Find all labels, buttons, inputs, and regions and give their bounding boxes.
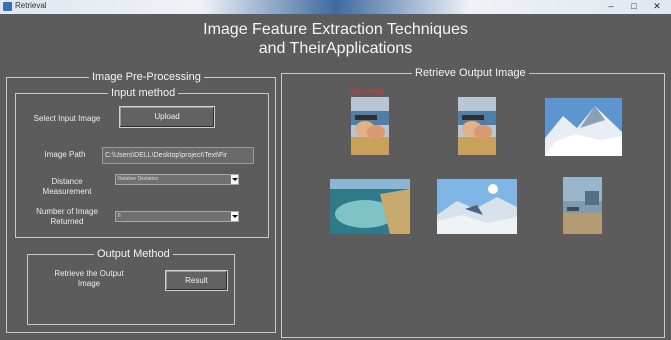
output-panel-title: Retrieve Output Image [412, 66, 529, 80]
minimize-button[interactable]: – [600, 0, 622, 12]
select-input-image-label: Select Input Image [33, 114, 101, 123]
result-image-1 [458, 97, 496, 155]
number-of-images-select[interactable]: 6 [115, 211, 239, 222]
window-title: Retrieval [15, 1, 47, 10]
app-icon [3, 2, 12, 11]
query-image [351, 97, 389, 155]
number-of-images-value: 6 [118, 213, 121, 219]
image-path-label: Image Path [44, 150, 86, 159]
chevron-down-icon[interactable] [230, 175, 238, 184]
upload-button[interactable]: Upload [119, 106, 215, 128]
output-method-title: Output Method [94, 247, 173, 261]
result-image-5 [563, 177, 602, 234]
result-image-3 [330, 179, 410, 234]
distance-measurement-label: Distance Measurement [42, 177, 92, 196]
result-button[interactable]: Result [165, 270, 228, 291]
maximize-button[interactable]: □ [623, 0, 645, 12]
image-path-field[interactable]: C:\Users\DELL\Desktop\project\Text\Fir [102, 147, 254, 164]
result-image-2 [545, 98, 622, 156]
page-title-line-2: and TheirApplications [258, 40, 413, 57]
query-image-label: Query Image [350, 89, 385, 95]
number-of-images-label: Number of Image Returned [36, 207, 98, 226]
retrieve-output-label: Retrieve the Output Image [54, 269, 124, 288]
result-image-4 [437, 179, 517, 234]
preprocessing-panel-title: Image Pre-Processing [89, 70, 204, 84]
distance-measurement-select[interactable]: Relative Deviation [115, 174, 239, 185]
close-button[interactable]: ✕ [646, 0, 668, 12]
window-titlebar: Retrieval – □ ✕ [0, 0, 671, 14]
page-title-line-1: Image Feature Extraction Techniques [203, 21, 468, 38]
input-method-title: Input method [108, 86, 179, 100]
page-title: Image Feature Extraction Techniques and … [0, 20, 671, 58]
chevron-down-icon[interactable] [230, 212, 238, 221]
distance-measurement-value: Relative Deviation [118, 176, 159, 182]
